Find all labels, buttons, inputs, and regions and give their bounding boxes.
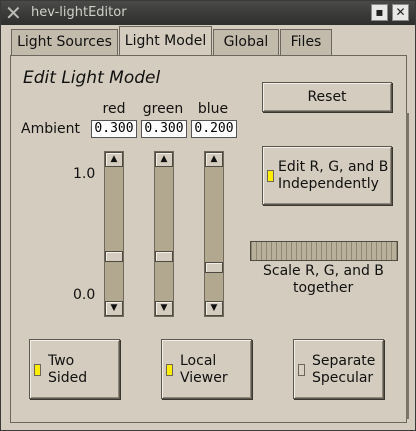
tab-global[interactable]: Global: [213, 29, 279, 55]
reset-label: Reset: [307, 89, 347, 105]
red-down-arrow-icon[interactable]: ▼: [105, 301, 123, 316]
blue-slider-thumb[interactable]: [205, 261, 223, 273]
edit-independently-line1: Edit R, G, and B: [278, 159, 389, 175]
blue-value-field[interactable]: 0.200: [191, 120, 237, 138]
blue-label: blue: [197, 101, 229, 117]
blue-slider-trough[interactable]: [204, 151, 224, 317]
edit-independently-toggle[interactable]: Edit R, G, and B Independently: [262, 146, 392, 205]
green-slider-thumb[interactable]: [155, 250, 173, 262]
scale-together-line1: Scale R, G, and B: [263, 263, 384, 279]
blue-slider[interactable]: ▲ ▼: [204, 151, 224, 317]
scale-max-label: 1.0: [73, 166, 96, 182]
edit-independently-indicator: [267, 170, 274, 182]
local-viewer-toggle[interactable]: Local Viewer: [161, 339, 252, 399]
red-value-field[interactable]: 0.300: [91, 120, 137, 138]
blue-down-arrow-icon[interactable]: ▼: [205, 301, 223, 316]
green-value-field[interactable]: 0.300: [141, 120, 187, 138]
separate-specular-indicator: [298, 364, 305, 376]
local-viewer-line1: Local: [180, 353, 217, 369]
scale-together-line2: together: [293, 280, 354, 296]
scale-together-slider[interactable]: [250, 241, 398, 261]
red-label: red: [102, 101, 126, 117]
panel-heading: Edit Light Model: [23, 68, 161, 88]
green-label: green: [142, 101, 184, 117]
blue-up-arrow-icon[interactable]: ▲: [205, 152, 223, 167]
green-up-arrow-icon[interactable]: ▲: [155, 152, 173, 167]
ambient-label: Ambient: [21, 121, 80, 137]
separate-specular-toggle[interactable]: Separate Specular: [293, 339, 384, 399]
green-down-arrow-icon[interactable]: ▼: [155, 301, 173, 316]
green-slider-trough[interactable]: [154, 151, 174, 317]
local-viewer-line2: Viewer: [180, 370, 228, 386]
separate-specular-line1: Separate: [312, 353, 376, 369]
two-sided-indicator: [34, 364, 41, 376]
green-slider[interactable]: ▲ ▼: [154, 151, 174, 317]
red-up-arrow-icon[interactable]: ▲: [105, 152, 123, 167]
two-sided-line2: Sided: [48, 370, 88, 386]
x-logo-icon: ✕: [5, 1, 22, 25]
title-bar[interactable]: ✕ hev-lightEditor ▪ ✕: [1, 1, 415, 25]
two-sided-toggle[interactable]: Two Sided: [29, 339, 120, 399]
local-viewer-indicator: [166, 364, 173, 376]
app-window: ✕ hev-lightEditor ▪ ✕ Light Sources Ligh…: [0, 0, 416, 431]
reset-button[interactable]: Reset: [262, 82, 392, 112]
window-title: hev-lightEditor: [31, 5, 127, 20]
two-sided-line1: Two: [48, 353, 75, 369]
scale-min-label: 0.0: [73, 287, 96, 303]
minimize-button[interactable]: ▪: [371, 4, 388, 21]
panel-edge: [406, 113, 409, 419]
edit-independently-line2: Independently: [278, 176, 379, 192]
tab-light-sources[interactable]: Light Sources: [11, 29, 118, 55]
separate-specular-line2: Specular: [312, 370, 374, 386]
close-button[interactable]: ✕: [392, 4, 409, 21]
red-slider-trough[interactable]: [104, 151, 124, 317]
red-slider-thumb[interactable]: [105, 250, 123, 262]
tab-light-model[interactable]: Light Model: [119, 26, 212, 56]
tab-files[interactable]: Files: [280, 29, 332, 55]
red-slider[interactable]: ▲ ▼: [104, 151, 124, 317]
